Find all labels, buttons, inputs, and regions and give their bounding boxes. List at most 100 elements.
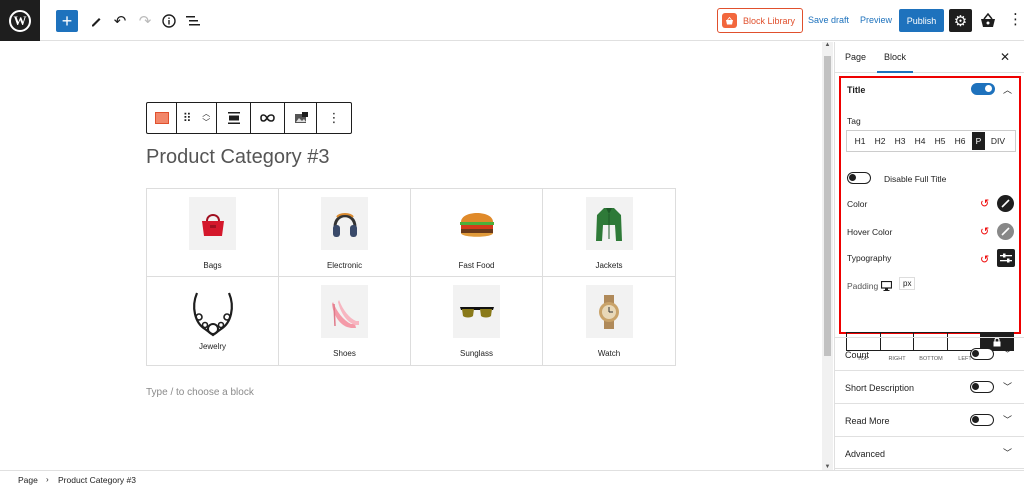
- undo-button[interactable]: ↶: [109, 10, 131, 32]
- category-item[interactable]: Shoes: [279, 277, 411, 365]
- category-label: Sunglass: [460, 349, 493, 358]
- scrollbar-thumb[interactable]: [824, 56, 831, 356]
- canvas-scrollbar[interactable]: ▲ ▼: [822, 42, 833, 470]
- section-label: Advanced: [845, 449, 886, 459]
- drag-handle-icon[interactable]: ⠿: [183, 111, 192, 125]
- tag-option[interactable]: H2: [870, 132, 890, 150]
- breadcrumb-page[interactable]: Page: [18, 475, 38, 485]
- options-menu-button[interactable]: ⋮: [1008, 10, 1023, 30]
- reset-typography-icon[interactable]: ↺: [980, 253, 989, 266]
- link-button[interactable]: [251, 103, 285, 133]
- category-label: Shoes: [333, 349, 356, 358]
- count-section[interactable]: Count ﹀: [835, 337, 1024, 370]
- tab-block[interactable]: Block: [876, 52, 914, 73]
- tab-page[interactable]: Page: [845, 52, 866, 62]
- padding-unit-select[interactable]: px: [899, 277, 916, 290]
- category-item[interactable]: Sunglass: [411, 277, 543, 365]
- disable-full-title-label: Disable Full Title: [884, 174, 947, 184]
- more-vertical-icon: ⋮: [327, 110, 341, 125]
- block-options-button[interactable]: ⋮: [317, 103, 351, 133]
- scroll-up-icon[interactable]: ▲: [824, 42, 831, 48]
- typography-settings-button[interactable]: [997, 249, 1015, 267]
- move-up-icon[interactable]: ︿: [202, 109, 210, 118]
- chevron-down-icon[interactable]: ﹀: [1003, 380, 1012, 393]
- block-library-button[interactable]: Block Library: [717, 8, 803, 33]
- bag-icon: [189, 197, 236, 250]
- title-toggle[interactable]: [971, 83, 995, 95]
- category-label: Bags: [203, 261, 222, 270]
- tag-option[interactable]: H4: [910, 132, 930, 150]
- chevron-down-icon[interactable]: ﹀: [1003, 446, 1012, 459]
- title-panel-header[interactable]: Title ︿: [841, 78, 1019, 100]
- tag-selector: H1 H2 H3 H4 H5 H6 P DIV: [846, 130, 1016, 152]
- editor-canvas: ⠿ ︿ ﹀ ⋮ Product Category #3 Bags Electro…: [0, 42, 822, 470]
- shop-button[interactable]: [978, 10, 998, 30]
- details-button[interactable]: [158, 10, 180, 32]
- preview-button[interactable]: Preview: [860, 15, 892, 25]
- short-description-toggle[interactable]: [970, 381, 994, 393]
- desktop-device-icon[interactable]: [880, 278, 895, 292]
- block-breadcrumb-bar: Page › Product Category #3: [0, 470, 1024, 487]
- edit-tool-button[interactable]: [85, 10, 107, 32]
- save-draft-button[interactable]: Save draft: [808, 15, 849, 25]
- settings-sidebar: Page Block ✕ Title ︿ Tag H1 H2 H3 H4 H5 …: [834, 42, 1024, 470]
- move-down-icon[interactable]: ﹀: [202, 118, 210, 127]
- close-sidebar-button[interactable]: ✕: [1000, 50, 1010, 64]
- short-description-section[interactable]: Short Description ﹀: [835, 370, 1024, 403]
- category-item[interactable]: Fast Food: [411, 189, 543, 277]
- tag-option-selected[interactable]: P: [972, 132, 985, 150]
- section-label: Read More: [845, 416, 890, 426]
- category-item[interactable]: Electronic: [279, 189, 411, 277]
- chevron-down-icon[interactable]: ﹀: [1003, 347, 1012, 360]
- breadcrumb-current-block[interactable]: Product Category #3: [58, 475, 136, 485]
- page-title[interactable]: Product Category #3: [146, 146, 329, 169]
- tag-option[interactable]: DIV: [987, 132, 1009, 150]
- tag-option[interactable]: H6: [950, 132, 970, 150]
- wordpress-icon: W: [9, 9, 31, 32]
- settings-button[interactable]: ⚙: [949, 9, 972, 32]
- redo-icon: ↷: [138, 13, 152, 30]
- reset-color-icon[interactable]: ↺: [980, 197, 989, 210]
- reset-hover-color-icon[interactable]: ↺: [980, 225, 989, 238]
- hover-color-picker-button[interactable]: [997, 223, 1014, 240]
- category-item[interactable]: Jackets: [543, 189, 675, 277]
- category-label: Watch: [597, 349, 621, 358]
- category-item[interactable]: Jewelry: [147, 277, 279, 365]
- chevron-down-icon[interactable]: ﹀: [1003, 413, 1012, 426]
- block-library-label: Block Library: [743, 15, 796, 26]
- publish-button[interactable]: Publish: [899, 9, 944, 32]
- align-button[interactable]: [217, 103, 251, 133]
- jacket-icon: [585, 197, 633, 250]
- product-category-icon: [154, 112, 169, 124]
- basket-icon: [981, 12, 995, 27]
- disable-full-title-toggle[interactable]: [847, 172, 871, 184]
- tag-option[interactable]: H1: [850, 132, 870, 150]
- align-icon: [227, 112, 240, 124]
- redo-button[interactable]: ↷: [134, 10, 156, 32]
- tag-option[interactable]: H3: [890, 132, 910, 150]
- category-label: Jackets: [595, 261, 623, 270]
- color-picker-button[interactable]: [997, 195, 1014, 212]
- category-label: Electronic: [326, 261, 363, 270]
- chevron-up-icon[interactable]: ︿: [1003, 83, 1012, 96]
- block-toolbar: ⠿ ︿ ﹀ ⋮: [146, 102, 352, 134]
- image-icon: [294, 112, 308, 123]
- read-more-section[interactable]: Read More ﹀: [835, 403, 1024, 436]
- read-more-toggle[interactable]: [970, 414, 994, 426]
- advanced-section[interactable]: Advanced ﹀: [835, 436, 1024, 469]
- breadcrumb-separator-icon: ›: [46, 475, 49, 484]
- category-item[interactable]: Watch: [543, 277, 675, 365]
- add-block-button[interactable]: +: [56, 10, 78, 32]
- wordpress-logo-button[interactable]: W: [0, 0, 40, 41]
- category-label: Jewelry: [198, 342, 227, 351]
- count-toggle[interactable]: [970, 348, 994, 360]
- block-appender-hint[interactable]: Type / to choose a block: [146, 387, 254, 398]
- move-controls: ⠿ ︿ ﹀: [177, 103, 217, 133]
- category-item[interactable]: Bags: [147, 189, 279, 277]
- image-button[interactable]: [285, 103, 317, 133]
- list-view-button[interactable]: [182, 10, 204, 32]
- eyedropper-icon: [1001, 199, 1010, 208]
- tag-option[interactable]: H5: [930, 132, 950, 150]
- block-type-button[interactable]: [147, 103, 177, 133]
- more-vertical-icon: ⋮: [1008, 11, 1023, 28]
